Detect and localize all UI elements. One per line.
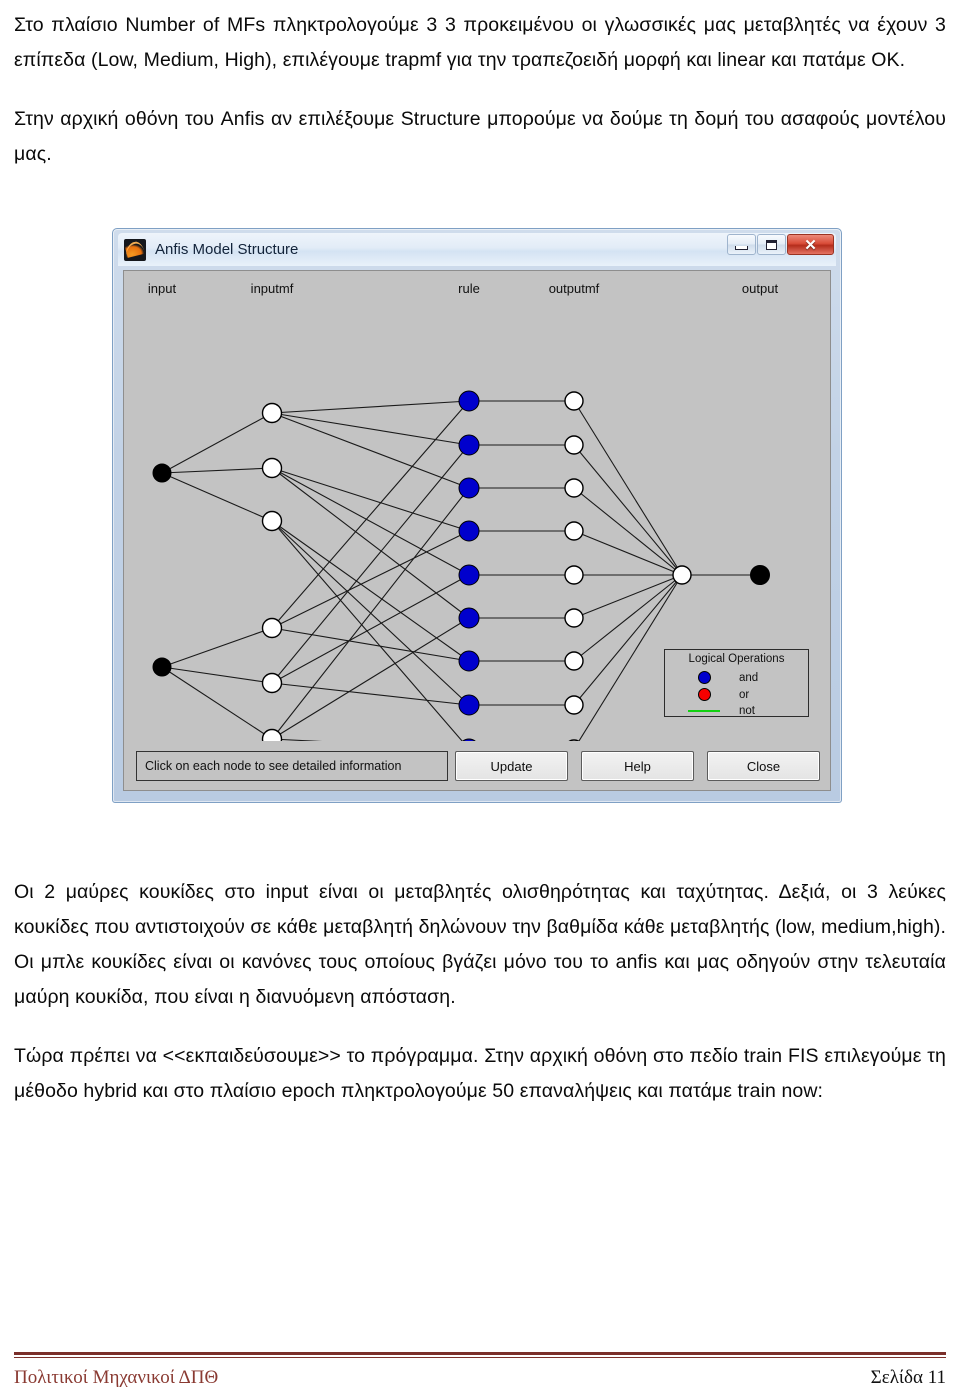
paragraph-2: Στην αρχική οθόνη του Anfis αν επιλέξουμ… bbox=[14, 108, 946, 165]
graph-node-rule-4[interactable] bbox=[458, 564, 480, 586]
maximize-icon bbox=[766, 239, 777, 250]
graph-node-outputmf-0[interactable] bbox=[564, 391, 584, 411]
legend-swatch-and bbox=[683, 671, 725, 684]
blue-dot-icon bbox=[697, 671, 711, 684]
footer-page-number: Σελίδα 11 bbox=[870, 1367, 946, 1388]
legend-label-and: and bbox=[739, 671, 759, 684]
graph-edge bbox=[271, 520, 463, 741]
window-title: Anfis Model Structure bbox=[155, 241, 299, 258]
legend-swatch-not bbox=[683, 709, 725, 712]
graph-edge bbox=[161, 412, 273, 474]
graph-node-rule-7[interactable] bbox=[458, 694, 480, 716]
update-button[interactable]: Update bbox=[455, 751, 568, 781]
graph-edge bbox=[271, 738, 323, 741]
graph-edge bbox=[161, 666, 273, 684]
legend-swatch-or bbox=[683, 688, 725, 701]
graph-node-rule-1[interactable] bbox=[458, 434, 480, 456]
graph-node-output[interactable] bbox=[750, 565, 770, 585]
red-dot-icon bbox=[697, 688, 711, 701]
graph-node-outputmf-8[interactable] bbox=[565, 739, 583, 741]
legend-row-not: not bbox=[665, 702, 808, 719]
window-titlebar[interactable]: Anfis Model Structure ✕ bbox=[118, 233, 836, 266]
status-bar: Click on each node to see detailed infor… bbox=[136, 751, 448, 781]
window-controls: ✕ bbox=[726, 234, 834, 257]
page-footer: Πολιτικοί Μηχανικοί ΔΠΘ Σελίδα 11 bbox=[14, 1352, 946, 1389]
maximize-button[interactable] bbox=[757, 234, 786, 255]
graph-edge bbox=[271, 467, 470, 619]
graph-node-outputmf-7[interactable] bbox=[564, 695, 584, 715]
matlab-icon bbox=[124, 238, 146, 261]
footer-rule-thick bbox=[14, 1352, 946, 1355]
graph-node-outputmf-3[interactable] bbox=[564, 521, 584, 541]
graph-node-inputmf-3[interactable] bbox=[261, 617, 283, 639]
document-body-lower: Οι 2 μαύρες κουκίδες στο input είναι οι … bbox=[14, 875, 946, 1109]
graph-edge bbox=[161, 666, 273, 740]
legend-title: Logical Operations bbox=[688, 653, 785, 665]
graph-node-rule-0[interactable] bbox=[458, 390, 480, 412]
graph-node-inputmf-0[interactable] bbox=[261, 402, 283, 424]
graph-edge bbox=[271, 400, 470, 629]
graph-edge bbox=[271, 400, 470, 414]
graph-node-rule-2[interactable] bbox=[458, 477, 480, 499]
dialog-button-row: Update Help Close bbox=[455, 751, 820, 781]
paragraph-4: Τώρα πρέπει να <<εκπαιδεύσουμε>> το πρόγ… bbox=[14, 1045, 946, 1102]
graph-node-inputmf-1[interactable] bbox=[261, 457, 283, 479]
graph-edge bbox=[573, 400, 683, 576]
graph-node-input-1[interactable] bbox=[152, 657, 172, 677]
minimize-icon bbox=[735, 245, 748, 250]
footer-row: Πολιτικοί Μηχανικοί ΔΠΘ Σελίδα 11 bbox=[14, 1367, 946, 1389]
graph-edge bbox=[161, 627, 273, 668]
graph-node-rule-5[interactable] bbox=[458, 607, 480, 629]
minimize-button[interactable] bbox=[727, 234, 756, 255]
graph-edge bbox=[161, 472, 273, 522]
graph-edge bbox=[271, 412, 470, 446]
document-body: Στο πλαίσιο Number of MFs πληκτρολογούμε… bbox=[14, 0, 946, 172]
graph-node-inputmf-4[interactable] bbox=[261, 672, 283, 694]
graph-node-input-0[interactable] bbox=[152, 463, 172, 483]
paragraph-3: Οι 2 μαύρες κουκίδες στο input είναι οι … bbox=[14, 881, 946, 1008]
anfis-model-structure-window: Anfis Model Structure ✕ input inputmf rule… bbox=[112, 228, 842, 803]
graph-edge bbox=[271, 617, 470, 740]
graph-node-outputmf-5[interactable] bbox=[564, 608, 584, 628]
close-button[interactable]: ✕ bbox=[787, 234, 834, 255]
graph-edge bbox=[271, 412, 470, 489]
window-client-area: input inputmf rule outputmf output Logical O… bbox=[123, 270, 831, 791]
graph-node-outputmf-2[interactable] bbox=[564, 478, 584, 498]
graph-edge bbox=[573, 444, 683, 576]
close-dialog-button[interactable]: Close bbox=[707, 751, 820, 781]
graph-edge bbox=[573, 487, 683, 576]
graph-edge bbox=[573, 574, 683, 619]
graph-node-inputmf-2[interactable] bbox=[261, 510, 283, 532]
graph-node-outputmf-4[interactable] bbox=[564, 565, 584, 585]
footer-rule-thin bbox=[14, 1357, 946, 1358]
graph-node-aggregate[interactable] bbox=[672, 565, 692, 585]
graph-node-rule-3[interactable] bbox=[458, 520, 480, 542]
logical-operations-legend: Logical Operations and or not bbox=[664, 649, 809, 717]
legend-row-and: and bbox=[665, 669, 808, 686]
legend-label-not: not bbox=[739, 704, 755, 717]
help-button[interactable]: Help bbox=[581, 751, 694, 781]
graph-edge bbox=[573, 530, 683, 576]
legend-row-or: or bbox=[665, 686, 808, 703]
graph-edge bbox=[271, 627, 470, 662]
legend-label-or: or bbox=[739, 688, 750, 701]
footer-left-text: Πολιτικοί Μηχανικοί ΔΠΘ bbox=[14, 1367, 219, 1388]
green-line-icon bbox=[688, 709, 720, 712]
graph-node-outputmf-1[interactable] bbox=[564, 435, 584, 455]
graph-edge bbox=[161, 467, 273, 474]
graph-edge bbox=[271, 444, 470, 684]
graph-node-outputmf-6[interactable] bbox=[564, 651, 584, 671]
paragraph-1: Στο πλαίσιο Number of MFs πληκτρολογούμε… bbox=[14, 14, 946, 71]
graph-node-rule-6[interactable] bbox=[458, 650, 480, 672]
